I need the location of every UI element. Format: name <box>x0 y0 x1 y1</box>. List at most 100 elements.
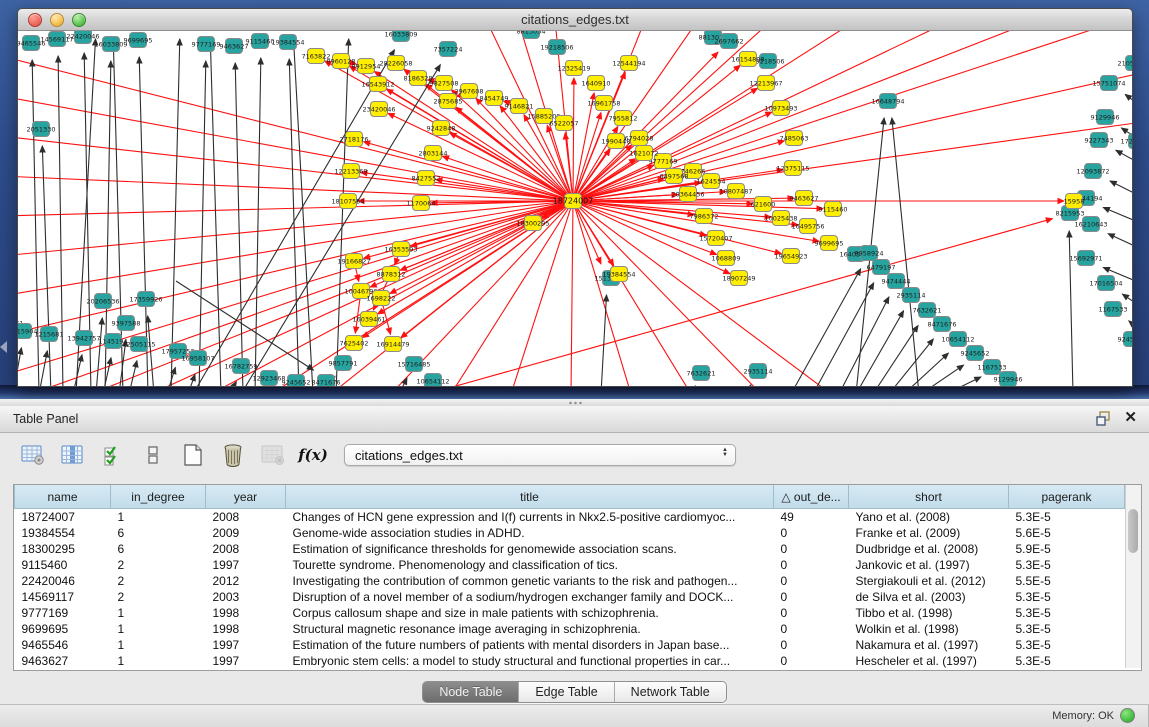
table-cell[interactable]: 19384554 <box>15 525 111 541</box>
table-cell[interactable]: Wolkin et al. (1998) <box>849 621 1009 637</box>
selection-mode-icon[interactable] <box>140 442 166 468</box>
column-header-out_de[interactable]: △ out_de... <box>774 485 849 509</box>
table-cell[interactable]: Corpus callosum shape and size in male p… <box>286 605 774 621</box>
table-row[interactable]: 2242004622012Investigating the contribut… <box>15 573 1125 589</box>
table-cell[interactable]: 2003 <box>206 589 286 605</box>
graph-edge[interactable] <box>889 339 933 386</box>
node-attribute-table[interactable]: namein_degreeyeartitle△ out_de...shortpa… <box>14 485 1125 669</box>
graph-edge[interactable] <box>601 295 607 386</box>
table-cell[interactable]: 0 <box>774 621 849 637</box>
table-cell[interactable]: 1 <box>111 509 206 526</box>
table-scrollbar[interactable] <box>1125 485 1141 668</box>
table-cell[interactable]: 2009 <box>206 525 286 541</box>
table-cell[interactable]: 0 <box>774 573 849 589</box>
column-visibility-icon[interactable] <box>60 442 86 468</box>
graph-edge[interactable] <box>39 351 47 386</box>
memory-status-indicator[interactable] <box>1120 708 1135 723</box>
table-cell[interactable]: 5.3E-5 <box>1009 557 1125 573</box>
table-cell[interactable]: 5.9E-5 <box>1009 541 1125 557</box>
table-cell[interactable]: Genome-wide association studies in ADHD. <box>286 525 774 541</box>
table-row[interactable]: 946554611997Estimation of the future num… <box>15 637 1125 653</box>
table-header-row[interactable]: namein_degreeyeartitle△ out_de...shortpa… <box>15 485 1125 509</box>
table-cell[interactable]: Disruption of a novel member of a sodium… <box>286 589 774 605</box>
column-header-year[interactable]: year <box>206 485 286 509</box>
table-row[interactable]: 1938455462009Genome-wide association stu… <box>15 525 1125 541</box>
table-cell[interactable]: 2012 <box>206 573 286 589</box>
new-column-icon[interactable] <box>180 442 206 468</box>
table-row[interactable]: 1872400712008Changes of HCN gene express… <box>15 509 1125 526</box>
table-row[interactable]: 969969511998Structural magnetic resonanc… <box>15 621 1125 637</box>
graph-edge[interactable] <box>364 142 573 201</box>
table-row[interactable]: 1830029562008Estimation of significance … <box>15 541 1125 557</box>
table-cell[interactable]: 9699695 <box>15 621 111 637</box>
graph-edge[interactable] <box>904 353 948 386</box>
graph-edge[interactable] <box>129 361 137 386</box>
window-title-bar[interactable]: citations_edges.txt <box>18 9 1132 31</box>
table-cell[interactable]: Estimation of significance thresholds fo… <box>286 541 774 557</box>
graph-edge[interactable] <box>1103 207 1132 227</box>
table-options-icon[interactable] <box>20 442 46 468</box>
table-cell[interactable]: 5.3E-5 <box>1009 621 1125 637</box>
table-cell[interactable]: 1 <box>111 637 206 653</box>
column-header-title[interactable]: title <box>286 485 774 509</box>
graph-edge[interactable] <box>573 201 631 386</box>
table-select-dropdown[interactable]: citations_edges.txt ▲▼ <box>344 444 736 466</box>
graph-edge[interactable] <box>892 118 919 386</box>
table-cell[interactable]: 5.3E-5 <box>1009 509 1125 526</box>
graph-edge[interactable] <box>199 61 206 386</box>
graph-edge[interactable] <box>235 63 243 386</box>
table-cell[interactable]: 6 <box>111 525 206 541</box>
table-cell[interactable]: 22420046 <box>15 573 111 589</box>
resize-grip-icon[interactable] <box>568 401 582 405</box>
table-cell[interactable]: Stergiakouli et al. (2012) <box>849 573 1009 589</box>
close-panel-icon[interactable]: ✕ <box>1124 410 1137 426</box>
graph-edge[interactable] <box>946 377 981 386</box>
graph-edge[interactable] <box>293 39 313 386</box>
table-cell[interactable]: 5.3E-5 <box>1009 637 1125 653</box>
tab-edge-table[interactable]: Edge Table <box>518 682 613 702</box>
delete-table-icon[interactable] <box>260 442 286 468</box>
table-cell[interactable]: 49 <box>774 509 849 526</box>
table-cell[interactable]: 6 <box>111 541 206 557</box>
network-graph-svg[interactable]: 9465546145691172242004616033809969969597… <box>18 31 1132 386</box>
panel-resize-divider[interactable] <box>0 399 1149 406</box>
table-cell[interactable]: 2 <box>111 573 206 589</box>
graph-edge[interactable] <box>573 31 1091 201</box>
table-cell[interactable]: 9465546 <box>15 637 111 653</box>
tab-node-table[interactable]: Node Table <box>423 682 518 702</box>
network-canvas[interactable]: 9465546145691172242004616033809969969597… <box>18 31 1132 386</box>
graph-edge[interactable] <box>791 269 861 386</box>
graph-edge[interactable] <box>839 297 889 386</box>
column-header-in_degree[interactable]: in_degree <box>111 485 206 509</box>
graph-edge[interactable] <box>873 326 918 386</box>
table-cell[interactable]: Investigating the contribution of common… <box>286 573 774 589</box>
table-row[interactable]: 1456911722003Disruption of a novel membe… <box>15 589 1125 605</box>
table-cell[interactable]: Hescheler et al. (1997) <box>849 653 1009 669</box>
graph-edge[interactable] <box>1110 181 1132 201</box>
delete-column-icon[interactable] <box>220 442 246 468</box>
graph-edge[interactable] <box>103 358 111 386</box>
column-header-pagerank[interactable]: pagerank <box>1009 485 1125 509</box>
table-cell[interactable]: 1997 <box>206 637 286 653</box>
table-cell[interactable]: Nakamura et al. (1997) <box>849 637 1009 653</box>
graph-edge[interactable] <box>18 201 573 256</box>
table-cell[interactable]: 5.3E-5 <box>1009 589 1125 605</box>
column-header-name[interactable]: name <box>15 485 111 509</box>
table-cell[interactable]: 0 <box>774 653 849 669</box>
scrollbar-thumb[interactable] <box>1128 509 1138 553</box>
table-cell[interactable]: 1998 <box>206 605 286 621</box>
table-cell[interactable]: 14569117 <box>15 589 111 605</box>
table-cell[interactable]: Estimation of the future numbers of pati… <box>286 637 774 653</box>
table-cell[interactable]: Tibbo et al. (1998) <box>849 605 1009 621</box>
table-cell[interactable]: 1997 <box>206 653 286 669</box>
graph-edge[interactable] <box>573 78 574 201</box>
graph-edge[interactable] <box>241 65 440 386</box>
table-cell[interactable]: 18724007 <box>15 509 111 526</box>
graph-edge[interactable] <box>378 201 573 314</box>
table-cell[interactable]: de Silva et al. (2003) <box>849 589 1009 605</box>
select-rows-icon[interactable] <box>100 442 126 468</box>
column-header-short[interactable]: short <box>849 485 1009 509</box>
graph-edge[interactable] <box>450 133 573 201</box>
table-cell[interactable]: 5.3E-5 <box>1009 605 1125 621</box>
graph-edge[interactable] <box>746 385 751 386</box>
